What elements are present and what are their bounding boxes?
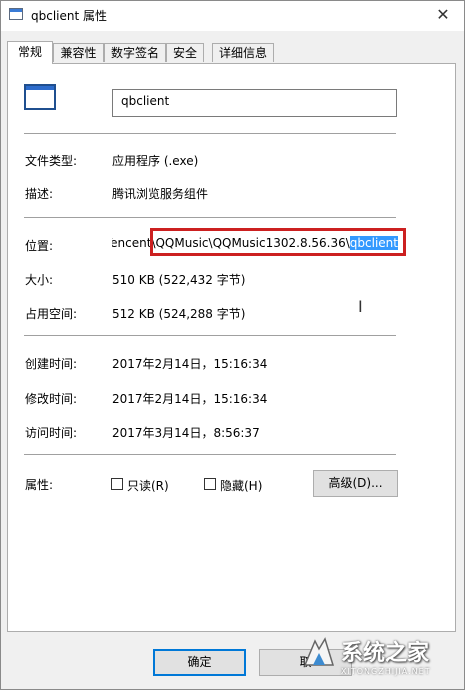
title-bar: qbclient 属性 ✕ xyxy=(1,1,464,31)
watermark-text: 系统之家 xyxy=(341,641,430,666)
text-cursor-icon: I xyxy=(358,297,363,316)
annotation-highlight-box xyxy=(150,228,406,256)
tab-general[interactable]: 常规 xyxy=(7,41,53,64)
application-icon xyxy=(24,84,56,110)
file-name-field[interactable]: qbclient xyxy=(112,89,397,117)
tab-compatibility[interactable]: 兼容性 xyxy=(53,43,104,62)
size-label: 大小: xyxy=(25,273,54,287)
description-value: 腾讯浏览服务组件 xyxy=(112,187,209,201)
general-panel: qbclient 文件类型: 应用程序 (.exe) 描述: 腾讯浏览服务组件 … xyxy=(7,63,456,632)
watermark-logo-icon xyxy=(303,637,335,666)
size-value: 510 KB (522,432 字节) xyxy=(112,273,246,287)
modified-value: 2017年2月14日，15:16:34 xyxy=(112,392,268,406)
readonly-label[interactable]: 只读(R) xyxy=(127,477,169,494)
separator xyxy=(24,133,396,134)
advanced-button[interactable]: 高级(D)... xyxy=(313,470,398,497)
hidden-checkbox[interactable] xyxy=(204,478,216,490)
window-icon xyxy=(9,8,23,20)
readonly-checkbox[interactable] xyxy=(111,478,123,490)
close-icon[interactable]: ✕ xyxy=(432,5,454,25)
accessed-value: 2017年3月14日，8:56:37 xyxy=(112,426,260,440)
properties-window: qbclient 属性 ✕ 常规 兼容性 数字签名 安全 详细信息 qbclie… xyxy=(0,0,465,690)
tab-security[interactable]: 安全 xyxy=(166,43,204,62)
separator xyxy=(24,335,396,336)
location-label: 位置: xyxy=(25,239,54,253)
size-on-disk-value: 512 KB (524,288 字节) xyxy=(112,307,246,321)
file-type-label: 文件类型: xyxy=(25,154,78,168)
tab-details[interactable]: 详细信息 xyxy=(212,43,274,62)
size-on-disk-label: 占用空间: xyxy=(25,307,78,321)
created-label: 创建时间: xyxy=(25,357,78,371)
hidden-label[interactable]: 隐藏(H) xyxy=(220,477,262,494)
ok-button[interactable]: 确定 xyxy=(153,649,246,676)
separator xyxy=(24,454,396,455)
watermark: 系统之家 XITONGZHIJIA.NET xyxy=(301,629,461,687)
created-value: 2017年2月14日，15:16:34 xyxy=(112,357,268,371)
description-label: 描述: xyxy=(25,187,54,201)
tab-digital-signatures[interactable]: 数字签名 xyxy=(104,43,166,62)
attributes-label: 属性: xyxy=(25,478,54,492)
file-type-value: 应用程序 (.exe) xyxy=(112,154,199,168)
accessed-label: 访问时间: xyxy=(25,426,78,440)
window-title: qbclient 属性 xyxy=(31,9,108,23)
watermark-url: XITONGZHIJIA.NET xyxy=(341,667,431,676)
separator xyxy=(24,217,396,218)
modified-label: 修改时间: xyxy=(25,392,78,406)
